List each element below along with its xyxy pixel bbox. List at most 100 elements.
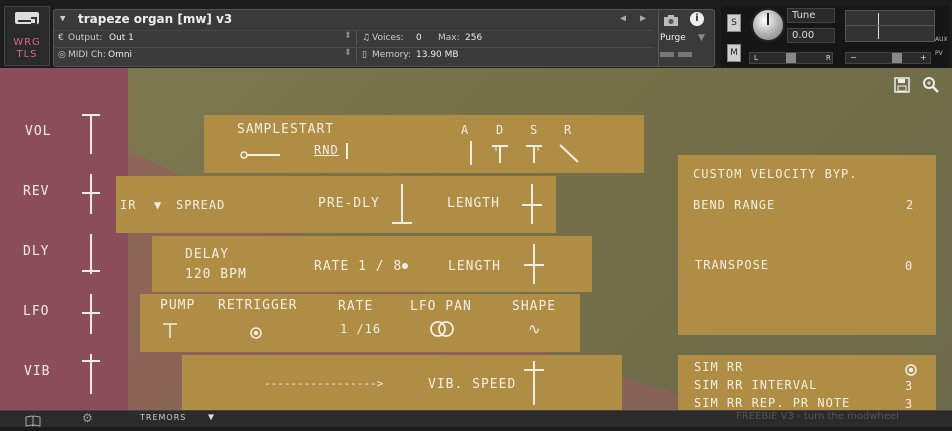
tremors-label[interactable]: TREMORS [140, 413, 186, 422]
sim-rr-interval-value[interactable]: 3 [905, 379, 913, 393]
lfo-slider[interactable] [82, 294, 100, 334]
sim-rr-toggle[interactable] [905, 361, 917, 376]
sustain-slider[interactable] [524, 141, 544, 165]
tune-knob[interactable] [751, 8, 785, 42]
sim-rr-panel: SIM RR SIM RR INTERVAL 3 SIM RR REP. PR … [678, 355, 936, 413]
midi-label: MIDI Ch: [68, 50, 106, 60]
footer-bar: ⚙ TREMORS ▼ FREEBIE V3 - turn the modwhe… [0, 410, 952, 427]
lfo-pan-icon[interactable] [428, 320, 456, 338]
shape-sine-icon[interactable]: ∿ [528, 320, 542, 338]
pump-label: PUMP [160, 298, 196, 313]
volume-handle[interactable] [892, 53, 902, 63]
memory-label: Memory: [372, 50, 411, 60]
volume-plus: + [920, 53, 927, 62]
transpose-value[interactable]: 0 [905, 259, 913, 273]
bend-range-label: BEND RANGE [693, 198, 776, 212]
release-slider[interactable] [558, 141, 582, 165]
midi-value[interactable]: Omni [108, 50, 132, 60]
decay-label: D [496, 123, 505, 137]
gear-icon[interactable]: ⚙ [82, 411, 93, 425]
purge-button[interactable]: Purge [660, 33, 686, 43]
wrench-icon [15, 12, 39, 25]
output-value[interactable]: Out 1 [109, 33, 134, 43]
lfo-rate-label: RATE [338, 299, 374, 314]
delay-length-slider[interactable] [524, 244, 544, 286]
tremors-dropdown-icon[interactable]: ▼ [208, 412, 214, 423]
spread-label[interactable]: SPREAD [176, 198, 225, 212]
output-row: € Output: Out 1 ⬍ ♫ Voices: 0 Max: 256 P… [54, 30, 705, 46]
rev-slider[interactable] [82, 174, 100, 214]
instrument-info-box: ▼ trapeze organ [mw] v3 ◀ ▶ i € Output: … [53, 9, 715, 67]
camera-icon[interactable] [662, 12, 680, 26]
attack-slider[interactable] [469, 141, 473, 165]
retrigger-toggle[interactable] [250, 324, 262, 339]
voices-icon: ♫ [362, 33, 371, 43]
info-icon[interactable]: i [690, 12, 704, 26]
rate-dot-icon[interactable] [402, 263, 408, 269]
aux-label[interactable]: AUX [935, 36, 948, 43]
zoom-icon[interactable] [922, 76, 940, 94]
prev-arrow-icon[interactable]: ◀ [620, 13, 626, 24]
volume-minus: − [850, 53, 857, 62]
purge-dropdown-icon[interactable]: ▼ [698, 33, 705, 43]
ir-dropdown-icon[interactable]: ▼ [154, 198, 162, 212]
predly-slider[interactable] [392, 184, 412, 226]
vib-speed-label: VIB. SPEED [428, 377, 517, 392]
vib-arrow: -----------------> [264, 377, 384, 390]
dropdown-arrow-icon[interactable]: ▼ [60, 14, 65, 24]
save-icon[interactable] [894, 77, 910, 93]
pump-slider[interactable] [162, 320, 178, 340]
sim-rr-rep-value[interactable]: 3 [905, 397, 913, 411]
max-value[interactable]: 256 [465, 33, 482, 43]
midi-icon: ◎ [58, 50, 66, 60]
bend-range-value[interactable]: 2 [906, 198, 914, 212]
settings-panel: CUSTOM VELOCITY BYP. BEND RANGE 2 TRANSP… [678, 155, 936, 335]
voices-label: Voices: [372, 33, 404, 43]
instrument-header: WRG TLS ▼ trapeze organ [mw] v3 ◀ ▶ i € … [0, 0, 952, 68]
sidebar [0, 68, 128, 410]
vib-label: VIB [24, 364, 51, 379]
midi-row: ◎ MIDI Ch: Omni ⬍ ▯ Memory: 13.90 MB [54, 47, 692, 63]
delay-bpm: 120 BPM [185, 267, 247, 282]
pan-handle[interactable] [786, 53, 796, 63]
custom-velocity-bypass[interactable]: CUSTOM VELOCITY BYP. [693, 167, 858, 181]
output-dropdown-icon[interactable]: ⬍ [344, 31, 352, 41]
pan-slider[interactable]: L R [749, 52, 833, 64]
delay-rate[interactable]: RATE 1 / 8 [314, 259, 402, 274]
retrigger-label: RETRIGGER [218, 298, 298, 313]
lfo-pan-label: LFO PAN [410, 299, 472, 314]
dly-panel: DELAY 120 BPM RATE 1 / 8 LENGTH [152, 236, 592, 292]
mute-button[interactable]: M [727, 44, 741, 62]
divider [658, 10, 659, 66]
instrument-title[interactable]: trapeze organ [mw] v3 [78, 12, 232, 26]
rev-panel: IR ▼ SPREAD PRE-DLY LENGTH [116, 176, 556, 233]
delay-label: DELAY [185, 247, 230, 262]
samplestart-label: SAMPLESTART [237, 122, 335, 137]
dly-slider[interactable] [82, 234, 100, 274]
tools-button[interactable]: WRG TLS [4, 6, 50, 66]
decay-slider[interactable] [490, 141, 510, 165]
rev-length-slider[interactable] [522, 184, 542, 226]
vol-slider[interactable] [82, 114, 100, 154]
voices-value: 0 [416, 33, 422, 43]
solo-button[interactable]: S [727, 14, 741, 32]
lfo-label: LFO [23, 304, 50, 319]
vib-slider[interactable] [82, 354, 100, 394]
pv-label[interactable]: PV [935, 50, 943, 57]
sim-rr-label: SIM RR [694, 360, 744, 374]
output-controls: S M Tune 0.00 L R AUX PV − + [721, 6, 949, 68]
memory-value: 13.90 MB [416, 50, 459, 60]
volume-slider[interactable]: − + [845, 52, 931, 64]
book-icon[interactable] [25, 412, 41, 427]
tune-value[interactable]: 0.00 [787, 28, 835, 43]
vib-speed-slider[interactable] [524, 361, 544, 405]
midi-dropdown-icon[interactable]: ⬍ [344, 48, 352, 58]
next-arrow-icon[interactable]: ▶ [640, 13, 646, 24]
lfo-rate-value[interactable]: 1 /16 [340, 322, 381, 336]
samplestart-slider[interactable] [240, 145, 282, 159]
max-label: Max: [438, 33, 460, 43]
footer-credit: FREEBIE V3 - turn the modwheel [736, 411, 899, 422]
rnd-button[interactable]: RND [314, 143, 339, 157]
transpose-label: TRANSPOSE [695, 258, 770, 272]
vol-panel: SAMPLESTART RND A D S R [204, 115, 644, 173]
